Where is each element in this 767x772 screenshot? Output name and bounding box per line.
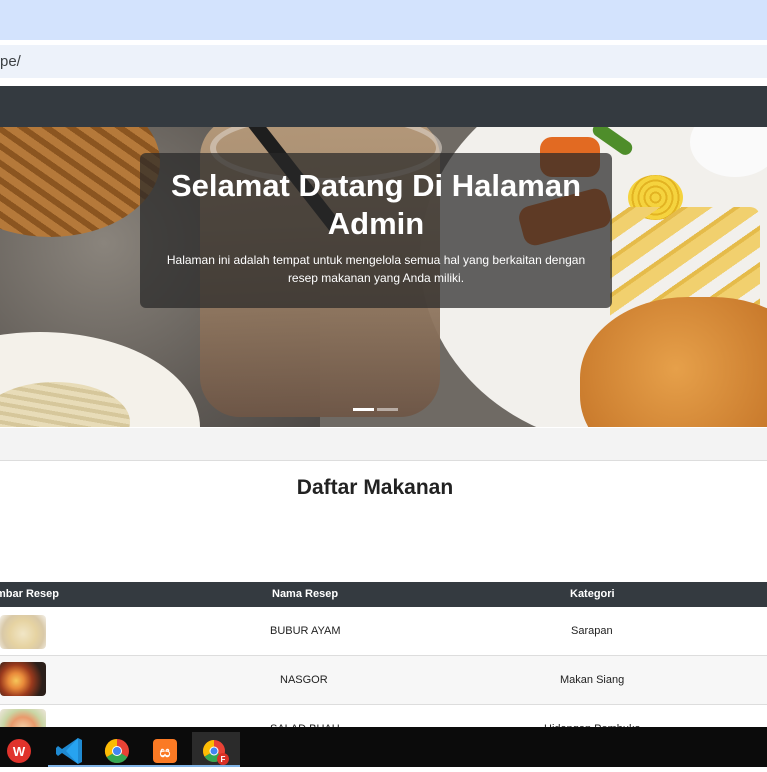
browser-toolbar: pe/ xyxy=(0,40,767,86)
xampp-icon[interactable]: ස xyxy=(144,732,192,767)
wps-office-icon[interactable]: W xyxy=(0,732,48,767)
svg-text:W: W xyxy=(13,744,26,759)
table-row: BUBUR AYAM Sarapan xyxy=(0,607,767,656)
hero-description: Halaman ini adalah tempat untuk mengelol… xyxy=(166,253,586,285)
section-spacer xyxy=(0,428,767,460)
recipe-category: Sarapan xyxy=(571,625,613,637)
header-name: Nama Resep xyxy=(272,588,339,600)
admin-navbar xyxy=(0,86,767,127)
recipe-name: BUBUR AYAM xyxy=(270,625,341,637)
chrome-profile-icon[interactable]: F xyxy=(192,732,240,767)
address-bar[interactable]: pe/ xyxy=(0,45,767,78)
windows-taskbar: W ස F xyxy=(0,727,767,767)
hero-title: Selamat Datang Di Halaman Admin xyxy=(170,168,582,241)
recipe-category: Makan Siang xyxy=(560,674,625,686)
chrome-icon[interactable] xyxy=(96,732,144,767)
carousel-indicators[interactable] xyxy=(353,408,403,411)
address-text: pe/ xyxy=(0,53,21,70)
header-image: mbar Resep xyxy=(0,588,59,600)
recipe-thumbnail xyxy=(0,615,46,649)
section-title: Daftar Makanan xyxy=(296,476,454,499)
recipe-thumbnail xyxy=(0,662,46,696)
carousel-indicator[interactable] xyxy=(377,408,398,411)
browser-tab-strip xyxy=(0,0,767,40)
table-header: mbar Resep Nama Resep Kategori xyxy=(0,582,767,607)
carousel-indicator-active[interactable] xyxy=(353,408,374,411)
svg-text:F: F xyxy=(221,755,226,764)
section-divider xyxy=(0,460,767,461)
recipe-name: NASGOR xyxy=(280,674,328,686)
table-row: NASGOR Makan Siang xyxy=(0,656,767,705)
svg-text:ස: ස xyxy=(160,744,171,761)
vscode-icon[interactable] xyxy=(48,732,96,767)
header-category: Kategori xyxy=(570,588,615,600)
hero-caption: Selamat Datang Di Halaman Admin Halaman … xyxy=(140,153,612,308)
